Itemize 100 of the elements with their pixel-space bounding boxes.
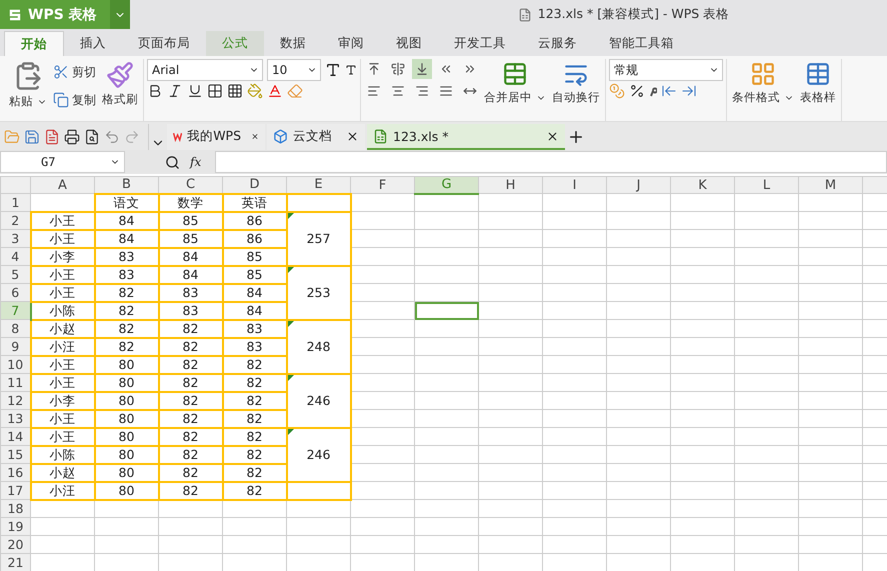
percent-icon[interactable] — [629, 83, 645, 99]
italic-icon[interactable] — [167, 83, 183, 99]
fx-icon[interactable]: fx — [190, 155, 202, 169]
column-header[interactable]: C — [158, 176, 222, 194]
column-header[interactable]: L — [734, 176, 798, 194]
ribbon-tab[interactable]: 云服务 — [522, 31, 593, 56]
column-header[interactable]: J — [606, 176, 670, 194]
close-icon[interactable] — [346, 130, 359, 142]
row-header[interactable]: 1 — [0, 194, 30, 212]
draw-border-icon[interactable] — [227, 83, 243, 99]
column-header[interactable]: A — [30, 176, 94, 194]
borders-icon[interactable] — [207, 83, 223, 99]
format-painter-button[interactable]: 格式刷 — [100, 59, 140, 109]
table-cell: 小王 — [30, 410, 94, 428]
table-style-button[interactable]: 表格样 — [798, 59, 838, 107]
row-header[interactable]: 20 — [0, 536, 30, 554]
font-select[interactable]: Arial — [147, 59, 263, 81]
ribbon-tab[interactable]: 页面布局 — [122, 31, 206, 56]
column-header[interactable]: B — [94, 176, 158, 194]
row-header[interactable]: 14 — [0, 428, 30, 446]
row-header[interactable]: 15 — [0, 446, 30, 464]
row-header[interactable]: 2 — [0, 212, 30, 230]
table-cell: 246 — [286, 374, 350, 428]
table-cell: 85 — [158, 212, 222, 230]
table-cell: 82 — [158, 464, 222, 482]
document-tab[interactable]: 我的WPS — [167, 124, 265, 150]
row-header[interactable]: 16 — [0, 464, 30, 482]
ribbon-tab[interactable]: 开发工具 — [438, 31, 522, 56]
active-cell[interactable] — [414, 302, 478, 320]
table-cell: 小王 — [30, 212, 94, 230]
print-icon[interactable] — [64, 129, 80, 145]
paste-button[interactable]: 粘贴 — [7, 59, 49, 111]
merge-cells-icon — [502, 61, 528, 87]
name-box[interactable]: G7 — [0, 151, 125, 173]
table-cell: 80 — [94, 446, 158, 464]
alignment-icon — [439, 84, 453, 98]
increase-decimal-icon[interactable] — [661, 83, 677, 99]
copy-icon — [53, 92, 69, 108]
underline-icon[interactable] — [187, 83, 203, 99]
export-pdf-icon[interactable] — [44, 129, 60, 145]
table-cell: 84 — [158, 248, 222, 266]
row-header[interactable]: 6 — [0, 284, 30, 302]
grow-font-icon[interactable] — [325, 62, 341, 78]
document-tab[interactable]: 123.xls * — [367, 124, 565, 150]
table-cell: 83 — [222, 320, 286, 338]
table-cell: 82 — [158, 320, 222, 338]
document-tab[interactable]: 云文档 — [267, 124, 365, 150]
column-header[interactable]: I — [542, 176, 606, 194]
row-header[interactable]: 5 — [0, 266, 30, 284]
font-size-select[interactable]: 10 — [267, 59, 321, 81]
conditional-format-button[interactable]: 条件格式 — [730, 59, 796, 107]
align-button[interactable] — [412, 59, 432, 79]
column-header[interactable]: H — [478, 176, 542, 194]
table-cell: 80 — [94, 482, 158, 500]
table-cell: 82 — [158, 392, 222, 410]
ribbon-tab[interactable]: 审阅 — [322, 31, 380, 56]
row-header[interactable]: 9 — [0, 338, 30, 356]
table-cell: 83 — [94, 248, 158, 266]
column-header[interactable]: D — [222, 176, 286, 194]
row-header[interactable]: 3 — [0, 230, 30, 248]
number-format-select[interactable]: 常规 — [609, 59, 723, 81]
shrink-font-icon[interactable] — [345, 64, 357, 76]
save-icon[interactable] — [24, 129, 40, 145]
row-header[interactable]: 11 — [0, 374, 30, 392]
merge-center-button[interactable]: 合并居中 — [482, 59, 548, 107]
ribbon-tab[interactable]: 开始 — [4, 31, 64, 56]
decrease-decimal-icon[interactable] — [681, 83, 697, 99]
table-cell: 82 — [158, 356, 222, 374]
font-color-icon[interactable] — [267, 83, 283, 99]
close-icon[interactable] — [546, 130, 559, 142]
new-tab-icon[interactable] — [567, 128, 585, 146]
table-cell: 83 — [158, 302, 222, 320]
row-header[interactable]: 12 — [0, 392, 30, 410]
column-header[interactable]: E — [286, 176, 350, 194]
wrap-text-button[interactable]: 自动换行 — [550, 59, 602, 107]
fill-color-icon[interactable] — [247, 83, 263, 99]
print-preview-icon[interactable] — [84, 129, 100, 145]
row-header[interactable]: 13 — [0, 410, 30, 428]
formula-input[interactable] — [215, 151, 887, 173]
cut-button[interactable]: 剪切 — [51, 59, 98, 85]
copy-button[interactable]: 复制 — [51, 87, 98, 113]
search-icon[interactable] — [165, 154, 180, 170]
row-header[interactable]: 19 — [0, 518, 30, 536]
row-header[interactable]: 21 — [0, 554, 30, 571]
row-header[interactable]: 4 — [0, 248, 30, 266]
column-header[interactable]: M — [798, 176, 862, 194]
row-header[interactable]: 10 — [0, 356, 30, 374]
ribbon-tab[interactable]: 数据 — [264, 31, 322, 56]
comment-marker-icon — [288, 428, 294, 434]
row-header[interactable]: 18 — [0, 500, 30, 518]
row-header[interactable]: 8 — [0, 320, 30, 338]
comment-marker-icon — [288, 212, 294, 218]
table-cell: 小王 — [30, 266, 94, 284]
ribbon-tab[interactable]: 插入 — [64, 31, 122, 56]
column-header[interactable]: K — [670, 176, 734, 194]
row-header[interactable]: 17 — [0, 482, 30, 500]
ribbon-tab[interactable]: 视图 — [380, 31, 438, 56]
column-header[interactable]: F — [350, 176, 414, 194]
alignment-icon — [415, 62, 429, 76]
ribbon-tab[interactable]: 智能工具箱 — [593, 31, 690, 56]
